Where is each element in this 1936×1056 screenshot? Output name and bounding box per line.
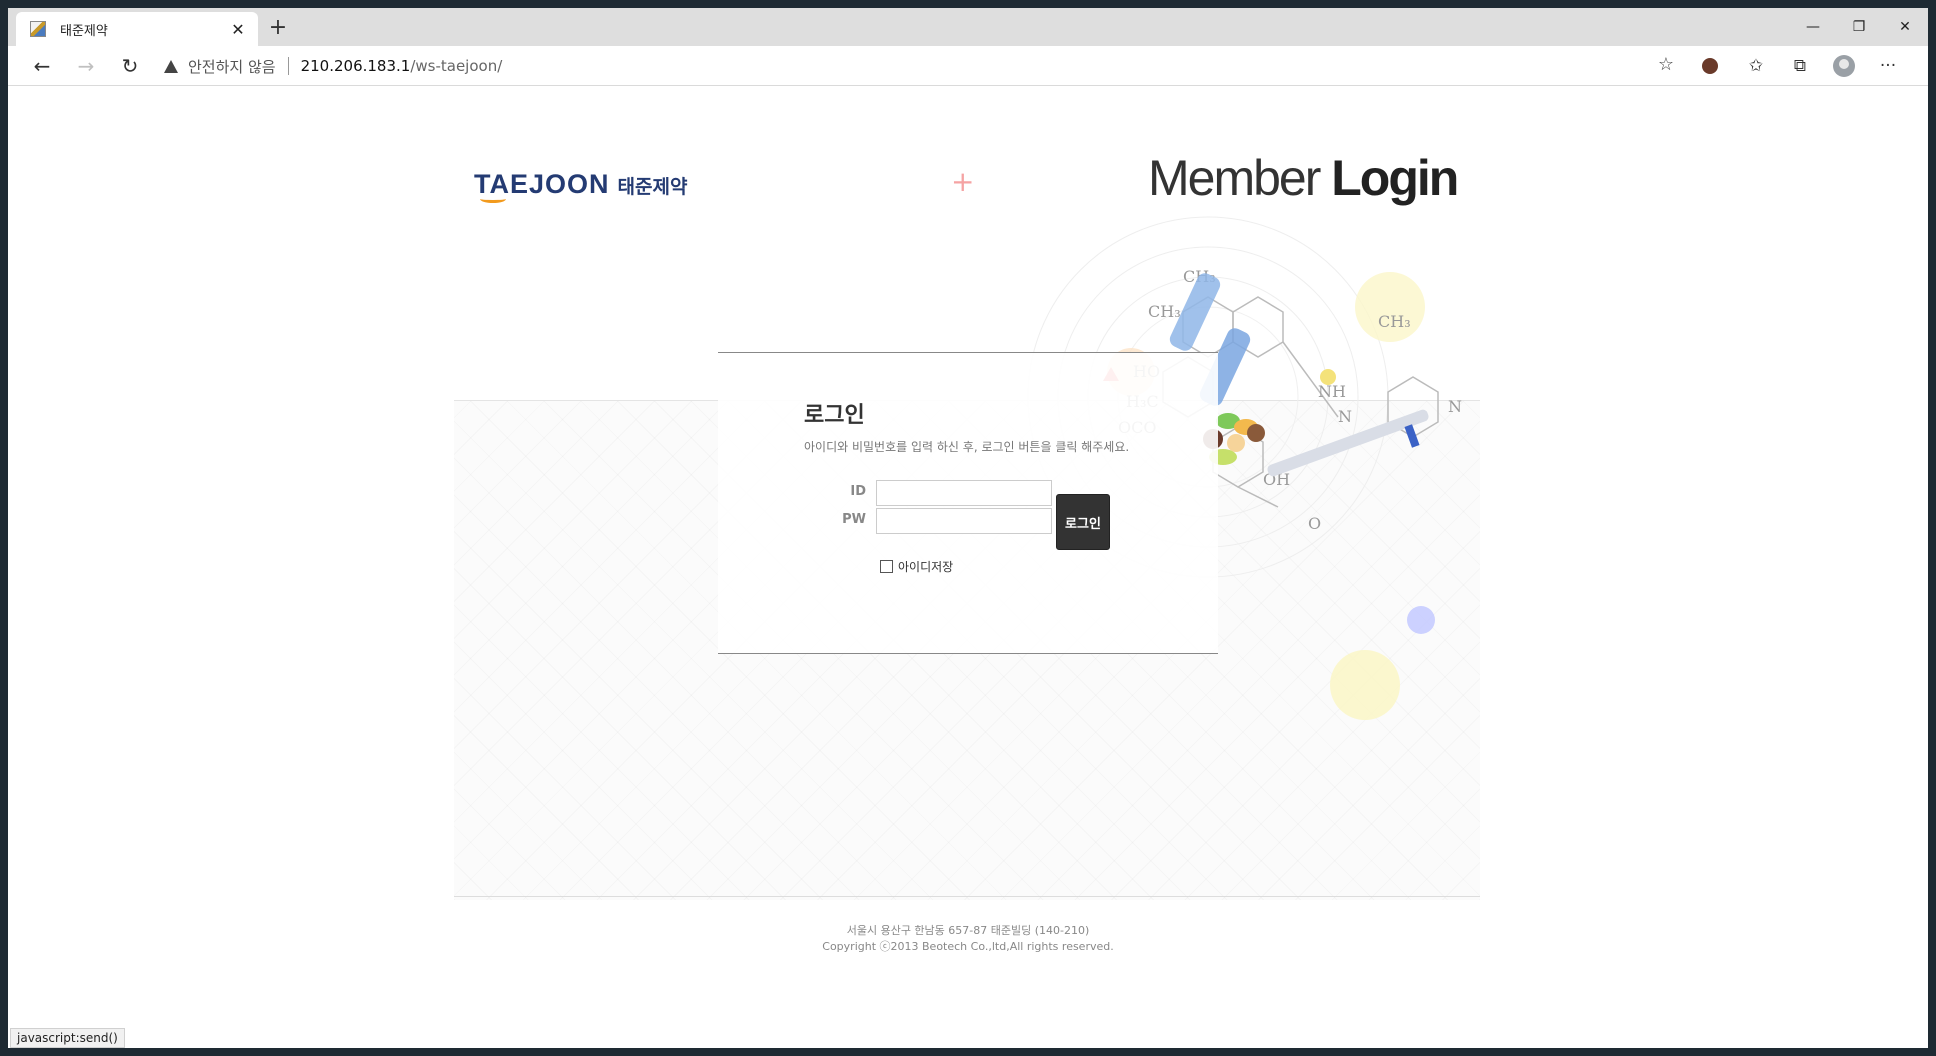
divider [287,57,289,75]
tab-title: 태준제약 [60,23,108,39]
back-icon[interactable]: ← [26,50,58,82]
page-content: TAEJOON 태준제약 + CH₃ CH₃ OH NH N N O Membe… [8,87,1928,1048]
login-description: 아이디와 비밀번호를 입력 하신 후, 로그인 버튼을 클릭 해주세요. [804,440,1130,454]
close-icon[interactable]: ✕ [226,20,250,39]
taskbar [0,1048,1936,1056]
svg-text:N: N [1338,407,1352,426]
plus-decoration: + [951,165,975,198]
footer-copyright: Copyright ⓒ2013 Beotech Co.,ltd,All righ… [822,940,1114,953]
logo-text-ko: 태준제약 [617,176,688,198]
window-close-icon[interactable]: ✕ [1882,8,1928,46]
favorites-icon[interactable]: ✩ [1742,52,1770,80]
browser-window: 태준제약 ✕ + — ❐ ✕ ← → ↻ 안전하지 않음 210.206.183… [8,8,1928,1048]
password-input[interactable] [876,508,1052,534]
security-warning[interactable]: 안전하지 않음 [188,56,276,77]
restore-icon[interactable]: ❐ [1836,8,1882,46]
status-bar: javascript:send() [10,1028,125,1048]
new-tab-icon[interactable]: + [264,16,292,42]
url-path: /ws-taejoon/ [410,57,503,75]
footer-address: 서울시 용산구 한남동 657-87 태준빌딩 (140-210) [846,924,1090,937]
extension-icon[interactable] [1696,52,1724,80]
member-login-heading: Member Login [1148,149,1459,207]
star-icon[interactable]: ☆ [1658,54,1674,75]
browser-toolbar: ← → ↻ 안전하지 않음 210.206.183.1/ws-taejoon/ … [8,46,1928,86]
remember-id-checkbox[interactable] [880,560,893,573]
address-bar[interactable]: 안전하지 않음 210.206.183.1/ws-taejoon/ ☆ [152,50,1682,82]
profile-icon[interactable] [1830,52,1858,80]
more-icon[interactable]: ··· [1874,52,1902,80]
svg-text:N: N [1448,397,1462,416]
url-host: 210.206.183.1 [300,57,411,75]
footer-divider [454,896,1480,897]
forward-icon[interactable]: → [70,50,102,82]
id-input[interactable] [876,480,1052,506]
browser-tab[interactable]: 태준제약 ✕ [16,12,258,46]
pw-label: PW [842,512,866,527]
hero-title-bold: Login [1331,150,1459,206]
login-panel: 로그인 아이디와 비밀번호를 입력 하신 후, 로그인 버튼을 클릭 해주세요.… [718,352,1218,654]
refresh-icon[interactable]: ↻ [114,50,146,82]
logo-swoosh [480,195,506,203]
remember-id-label[interactable]: 아이디저장 [898,558,953,575]
title-bar: 태준제약 ✕ + — ❐ ✕ [8,8,1928,46]
collections-icon[interactable]: ⧉ [1786,52,1814,80]
svg-text:CH₃: CH₃ [1378,312,1411,331]
svg-text:O: O [1308,514,1321,533]
window-controls: — ❐ ✕ [1790,8,1928,46]
login-title: 로그인 [804,403,865,428]
hero-title-light: Member [1148,150,1332,206]
taejoon-logo[interactable]: TAEJOON 태준제약 [474,169,688,203]
id-label: ID [850,484,866,499]
login-button[interactable]: 로그인 [1056,494,1110,550]
svg-text:NH: NH [1318,382,1346,401]
minimize-icon[interactable]: — [1790,8,1836,46]
favicon-icon [30,21,46,37]
warning-icon [164,59,178,73]
svg-text:CH₃: CH₃ [1148,302,1181,321]
